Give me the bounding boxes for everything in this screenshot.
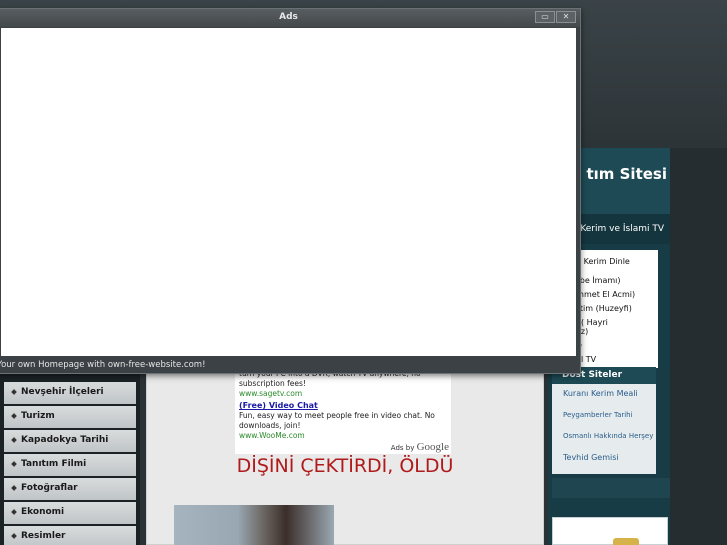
google-ad-block: turn your PC into a DVR, watch TV anywhe…	[235, 369, 451, 454]
sidebar-divider	[552, 478, 670, 498]
dialog-status-text[interactable]: Your own Homepage with own-free-website.…	[0, 358, 580, 373]
banner-graphic	[613, 538, 639, 545]
nav-item-fotograflar[interactable]: Fotoğraflar	[4, 478, 136, 500]
nav-item-tarih[interactable]: Kapadokya Tarihi	[4, 430, 136, 452]
bullet-icon	[11, 388, 17, 395]
dialog-title: Ads	[279, 12, 298, 22]
nav-item-label: Tanıtım Filmi	[21, 459, 87, 469]
bullet-icon	[11, 484, 17, 491]
ads-dialog: Ads ▭ ✕ Your own Homepage with own-free-…	[0, 8, 581, 374]
bullet-icon	[11, 460, 17, 467]
nav-item-label: Fotoğraflar	[21, 483, 78, 493]
dost-link[interactable]: Osmanlı Hakkında Herşey	[563, 432, 653, 440]
left-nav: Nevşehir İlçeleri Turizm Kapadokya Tarih…	[0, 370, 140, 545]
bullet-icon	[11, 436, 17, 443]
minimize-button[interactable]: ▭	[535, 11, 555, 23]
dost-link[interactable]: Peygamberler Tarihi	[563, 411, 633, 419]
tv-list-item[interactable]: esel TV	[567, 355, 667, 364]
ads-by-google[interactable]: Ads by Google	[391, 441, 449, 453]
ad-url[interactable]: www.sagetv.com	[239, 389, 302, 398]
nav-item-label: Kapadokya Tarihi	[21, 435, 109, 445]
nav-item-label: Ekonomi	[21, 507, 65, 517]
nav-item-film[interactable]: Tanıtım Filmi	[4, 454, 136, 476]
nav-item-label: Nevşehir İlçeleri	[21, 387, 104, 397]
tv-list-item[interactable]: ( Hayri	[581, 318, 681, 327]
nav-item-resimler[interactable]: Resimler	[4, 526, 136, 545]
ad-url[interactable]: www.WooMe.com	[239, 431, 305, 440]
nav-item-label: Resimler	[21, 531, 66, 541]
nav-item-label: Turizm	[21, 411, 55, 421]
nav-item-turizm[interactable]: Turizm	[4, 406, 136, 428]
bullet-icon	[11, 508, 17, 515]
ad-text: Fun, easy way to meet people free in vid…	[239, 411, 435, 420]
tv-strip-label: Kerim ve İslami TV	[580, 224, 664, 234]
dialog-titlebar[interactable]: Ads ▭ ✕	[0, 9, 580, 27]
bullet-icon	[11, 532, 17, 539]
sidebar-banner[interactable]	[552, 517, 668, 545]
tv-list-item[interactable]: an-ı Kerim Dinle	[566, 257, 666, 266]
dialog-content	[1, 28, 576, 356]
dost-link[interactable]: Kuranı Kerim Meali	[563, 389, 638, 398]
nav-item-ilceler[interactable]: Nevşehir İlçeleri	[4, 382, 136, 404]
ad-title-link[interactable]: (Free) Video Chat	[239, 401, 318, 410]
ad-text: downloads, join!	[239, 421, 301, 430]
google-logo: Google	[416, 441, 449, 453]
article-headline[interactable]: DİŞİNİ ÇEKTİRDİ, ÖLDÜ	[146, 455, 544, 477]
nav-item-ekonomi[interactable]: Ekonomi	[4, 502, 136, 524]
article-photo[interactable]	[174, 505, 334, 545]
dost-link[interactable]: Tevhid Gemisi	[563, 453, 619, 462]
close-button[interactable]: ✕	[556, 11, 576, 23]
bullet-icon	[11, 412, 17, 419]
ads-by-label: Ads by	[390, 444, 415, 452]
dost-siteler-list: Kuranı Kerim Meali Peygamberler Tarihi O…	[552, 384, 656, 474]
ad-text: subscription fees!	[239, 379, 306, 388]
